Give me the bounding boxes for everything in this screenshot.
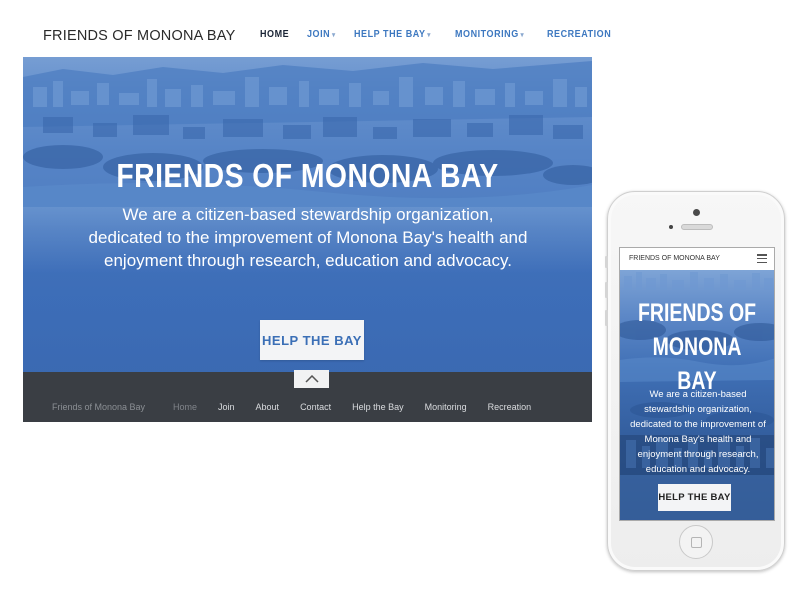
footer-links: Home Join About Contact Help the Bay Mon…	[173, 402, 531, 412]
mobile-hero-description: We are a citizen-based stewardship organ…	[630, 389, 766, 475]
hero-title: FRIENDS OF MONONA BAY	[116, 157, 499, 194]
desktop-mockup: FRIENDS OF MONONA BAY HOME JOIN ▾ HELP TH…	[23, 17, 611, 422]
footer-link-home[interactable]: Home	[173, 402, 197, 412]
scroll-top-button[interactable]	[294, 370, 329, 388]
hamburger-menu-icon[interactable]	[757, 254, 767, 263]
hero-banner: FRIENDS OF MONONA BAY We are a citizen-b…	[23, 57, 592, 372]
phone-mockup: FRIENDS OF MONONA BAY FRIENDS OF MONONA …	[605, 191, 785, 571]
mobile-site-logo[interactable]: FRIENDS OF MONONA BAY	[629, 255, 720, 262]
main-menu: HOME JOIN ▾ HELP THE BAY ▾ MONITORING ▾ REC…	[260, 29, 633, 40]
help-the-bay-button[interactable]: HELP THE BAY	[260, 320, 364, 360]
footer-link-recreation[interactable]: Recreation	[488, 402, 532, 412]
phone-screen: FRIENDS OF MONONA BAY FRIENDS OF MONONA …	[619, 247, 775, 521]
mobile-hero-title: FRIENDS OF MONONA BAY	[637, 299, 757, 395]
mobile-hero-banner: FRIENDS OF MONONA BAY We are a citizen-b…	[620, 270, 774, 520]
desktop-navbar: FRIENDS OF MONONA BAY HOME JOIN ▾ HELP TH…	[23, 17, 611, 56]
phone-volume-down	[605, 310, 608, 326]
footer-link-join[interactable]: Join	[218, 402, 235, 412]
phone-home-button[interactable]	[679, 525, 713, 559]
phone-speaker	[681, 224, 713, 230]
mobile-navbar: FRIENDS OF MONONA BAY	[620, 248, 774, 270]
phone-mute-switch	[605, 256, 608, 268]
footer-link-contact[interactable]: Contact	[300, 402, 331, 412]
site-logo[interactable]: FRIENDS OF MONONA BAY	[43, 28, 235, 44]
nav-item-join[interactable]: JOIN ▾	[307, 29, 336, 40]
nav-item-help-the-bay[interactable]: HELP THE BAY ▾	[354, 29, 431, 40]
dropdown-caret-icon: ▾	[332, 32, 337, 39]
nav-item-home[interactable]: HOME	[260, 29, 289, 40]
phone-sensor	[669, 225, 673, 229]
hero-description: We are a citizen-based stewardship organ…	[88, 205, 528, 270]
footer-link-help-the-bay[interactable]: Help the Bay	[352, 402, 404, 412]
phone-volume-up	[605, 282, 608, 298]
footer-link-about[interactable]: About	[256, 402, 280, 412]
footer-brand: Friends of Monona Bay	[52, 402, 146, 412]
mobile-help-the-bay-button[interactable]: HELP THE BAY	[658, 484, 731, 511]
dropdown-caret-icon: ▾	[520, 32, 525, 39]
nav-item-monitoring[interactable]: MONITORING ▾	[455, 29, 524, 40]
phone-camera	[693, 209, 700, 216]
chevron-up-icon	[304, 375, 319, 383]
footer-link-monitoring[interactable]: Monitoring	[425, 402, 467, 412]
nav-item-recreation[interactable]: RECREATION	[547, 29, 611, 40]
dropdown-caret-icon: ▾	[427, 32, 432, 39]
